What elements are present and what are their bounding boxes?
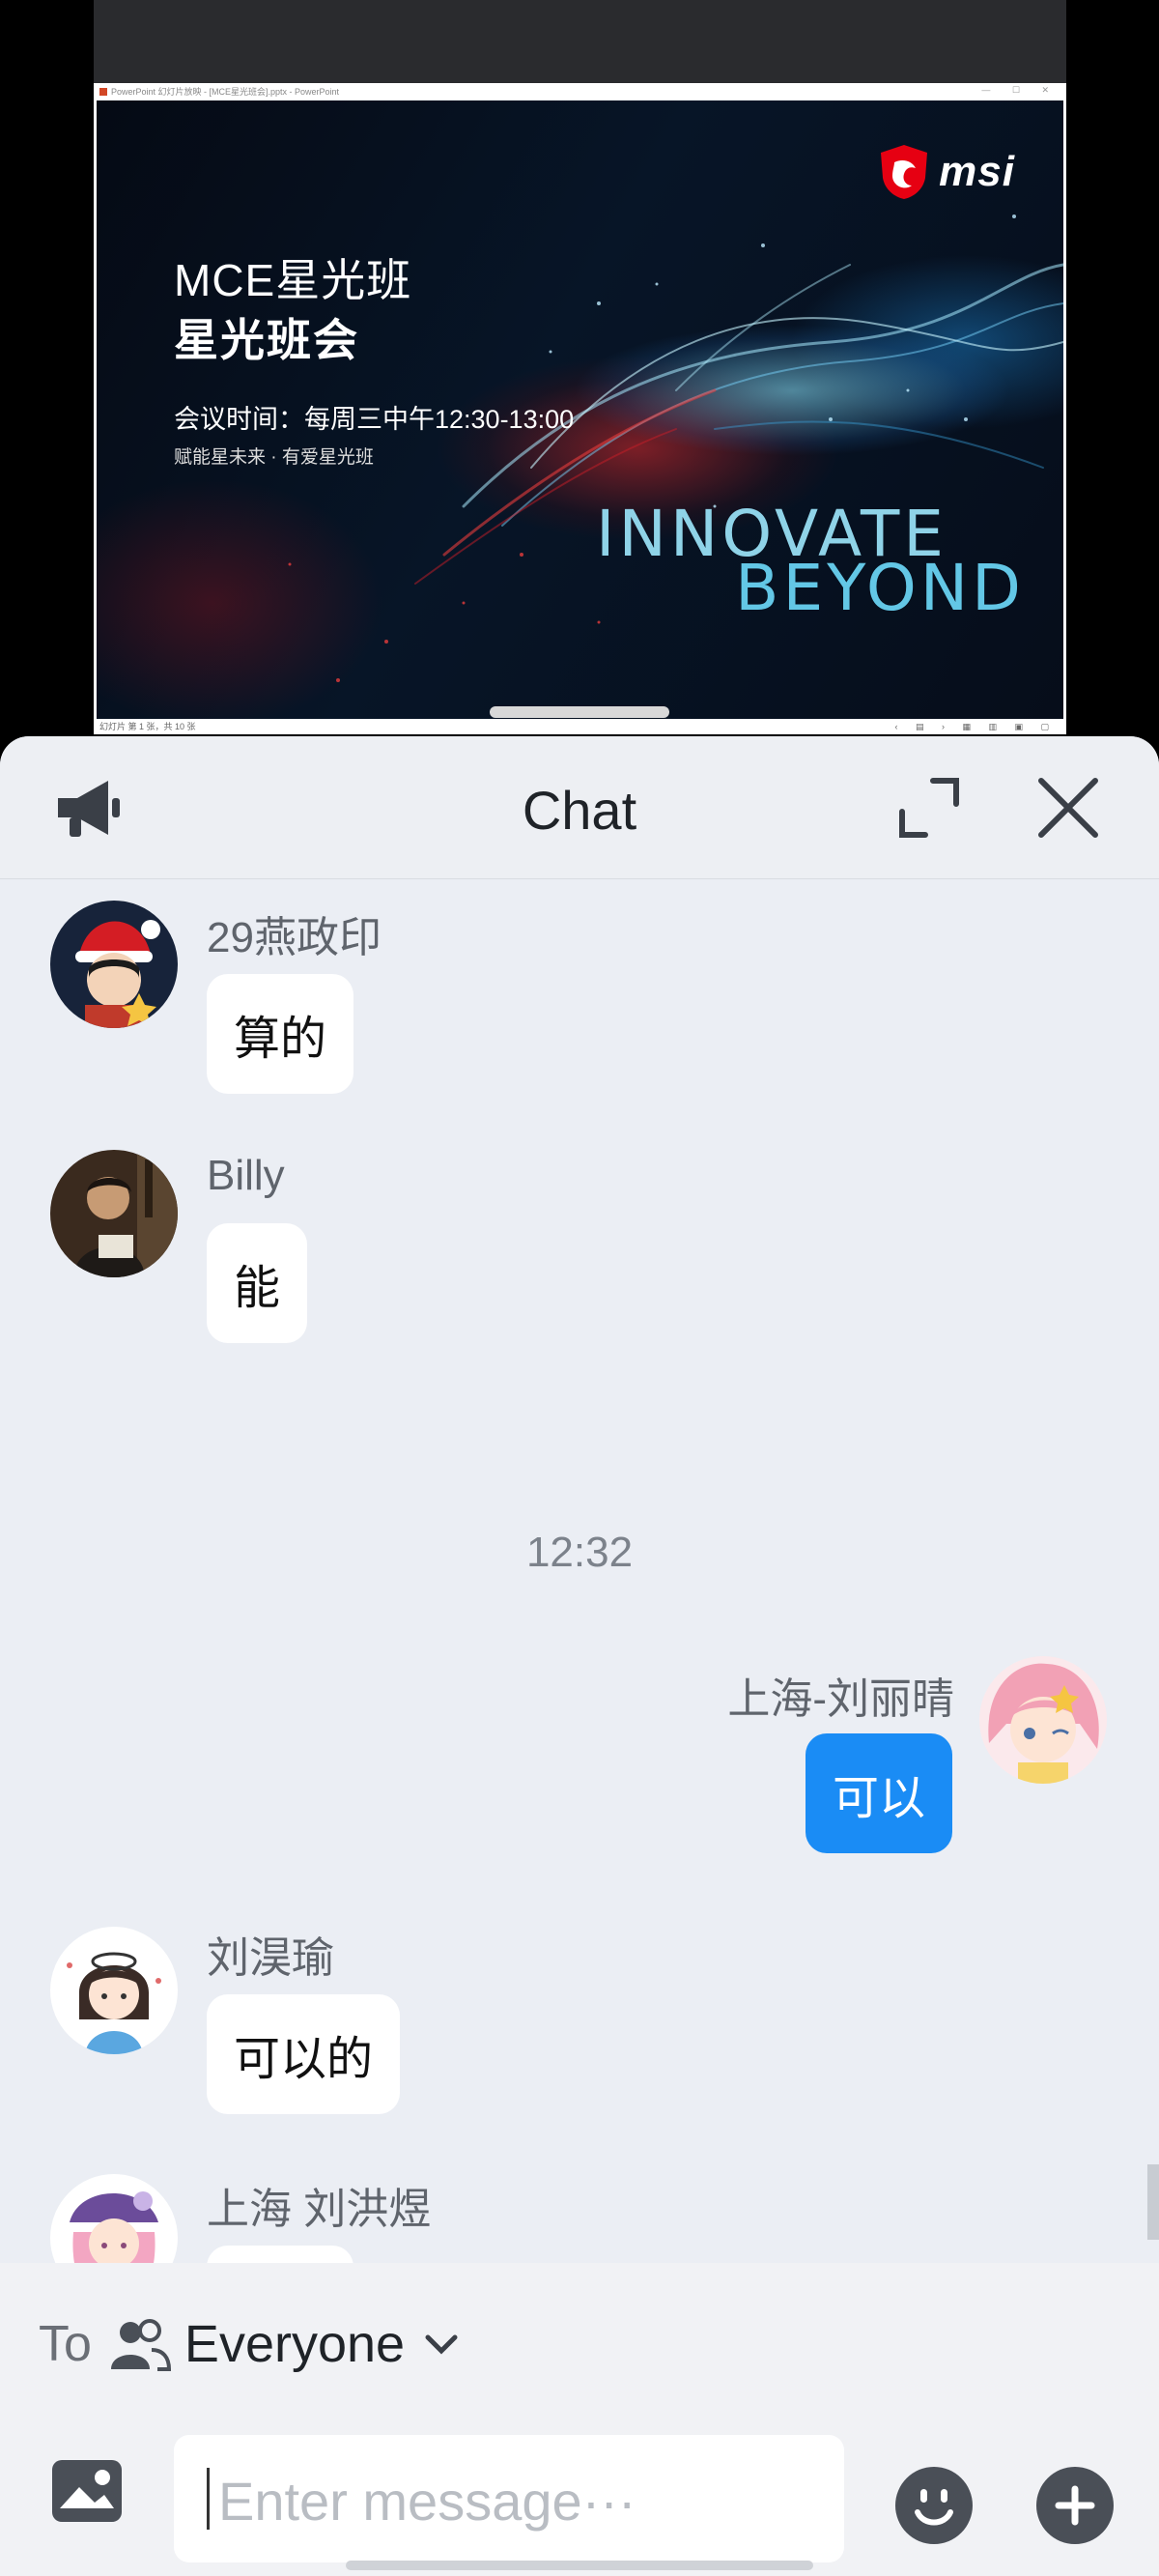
ppt-window-controls: — ☐ ✕ bbox=[981, 85, 1059, 95]
message-list[interactable]: 29燕政印 算的 Billy 能 12:32 上海-刘丽晴 可以 刘淏瑜 可以的… bbox=[0, 879, 1159, 2365]
message-sender: Billy bbox=[207, 1152, 285, 1199]
msi-logo-text: msi bbox=[939, 148, 1015, 195]
slide-title-line-1: MCE星光班 bbox=[174, 255, 412, 305]
close-chat-button[interactable] bbox=[1028, 767, 1109, 848]
presentation-slide: msi MCE星光班 星光班会 会议时间：每周三中午12:30-13:00 赋能… bbox=[97, 100, 1063, 719]
avatar[interactable] bbox=[50, 901, 178, 1028]
message-composer: To Everyone Enter message··· bbox=[0, 2263, 1159, 2576]
chevron-down-icon bbox=[425, 2334, 458, 2355]
slide-slogan: 赋能星未来 · 有爱星光班 bbox=[174, 447, 374, 468]
message-bubble-mine[interactable]: 可以 bbox=[805, 1733, 952, 1853]
message-bubble[interactable]: 能 bbox=[207, 1223, 308, 1343]
expand-icon bbox=[899, 778, 959, 838]
message-bubble[interactable]: 可以的 bbox=[207, 1994, 401, 2114]
avatar[interactable] bbox=[50, 1927, 178, 2054]
sheet-drag-handle[interactable] bbox=[490, 706, 669, 718]
message-sender: 上海-刘丽晴 bbox=[727, 1675, 954, 1723]
message-sender: 29燕政印 bbox=[207, 914, 382, 961]
recipient-selector[interactable]: To Everyone bbox=[39, 2309, 461, 2379]
avatar[interactable] bbox=[50, 1150, 178, 1277]
message-sender: 刘淏瑜 bbox=[207, 1934, 334, 1982]
image-icon[interactable] bbox=[48, 2452, 126, 2530]
msi-dragon-shield-icon bbox=[881, 145, 928, 199]
chat-header: Chat bbox=[0, 736, 1159, 879]
slide-meeting-time: 会议时间：每周三中午12:30-13:00 bbox=[174, 405, 575, 434]
message-sender: 上海 刘洪煜 bbox=[207, 2186, 432, 2233]
shared-screen: PowerPoint 幻灯片放映 - [MCE星光班会].pptx - Powe… bbox=[0, 0, 1159, 744]
chat-panel: Chat 29燕政印 算的 Billy 能 12:32 上海-刘丽晴 可以 刘淏… bbox=[0, 736, 1159, 2576]
chat-title: Chat bbox=[522, 780, 637, 841]
ppt-status-bar: 幻灯片 第 1 张，共 10 张 bbox=[99, 722, 196, 731]
add-icon[interactable] bbox=[1035, 2466, 1115, 2545]
chat-message-mine: 上海-刘丽晴 可以 bbox=[0, 1650, 1159, 1902]
message-input[interactable]: Enter message··· bbox=[174, 2435, 844, 2562]
to-label: To bbox=[39, 2316, 92, 2372]
text-caret bbox=[207, 2468, 210, 2530]
home-indicator[interactable] bbox=[346, 2561, 813, 2570]
slide-tagline-beyond: BEYOND bbox=[735, 551, 1025, 625]
powerpoint-window: PowerPoint 幻灯片放映 - [MCE星光班会].pptx - Powe… bbox=[94, 83, 1066, 734]
message-list-scrollbar[interactable] bbox=[1147, 2164, 1159, 2240]
msi-logo: msi bbox=[879, 143, 1015, 201]
message-input-placeholder: Enter message··· bbox=[218, 2471, 636, 2532]
time-separator: 12:32 bbox=[525, 1529, 634, 1576]
shared-screen-top-band bbox=[94, 0, 1066, 83]
ppt-window-title: PowerPoint 幻灯片放映 - [MCE星光班会].pptx - Powe… bbox=[99, 85, 339, 98]
recipient-value: Everyone bbox=[184, 2315, 406, 2373]
chat-message: 29燕政印 算的 bbox=[0, 879, 1159, 1131]
chat-message: Billy 能 bbox=[0, 1131, 1159, 1382]
emoji-icon[interactable] bbox=[894, 2466, 974, 2545]
expand-button[interactable] bbox=[889, 767, 970, 848]
ppt-status-icons: ‹ ▤ › ▦ ▥ ▣ ▢ bbox=[894, 722, 1057, 731]
slide-title-line-2: 星光班会 bbox=[174, 315, 359, 365]
message-bubble[interactable]: 算的 bbox=[207, 974, 354, 1094]
chat-message: 刘淏瑜 可以的 bbox=[0, 1902, 1159, 2153]
avatar[interactable] bbox=[979, 1656, 1107, 1784]
close-icon bbox=[1038, 778, 1098, 838]
people-icon bbox=[110, 2319, 171, 2371]
